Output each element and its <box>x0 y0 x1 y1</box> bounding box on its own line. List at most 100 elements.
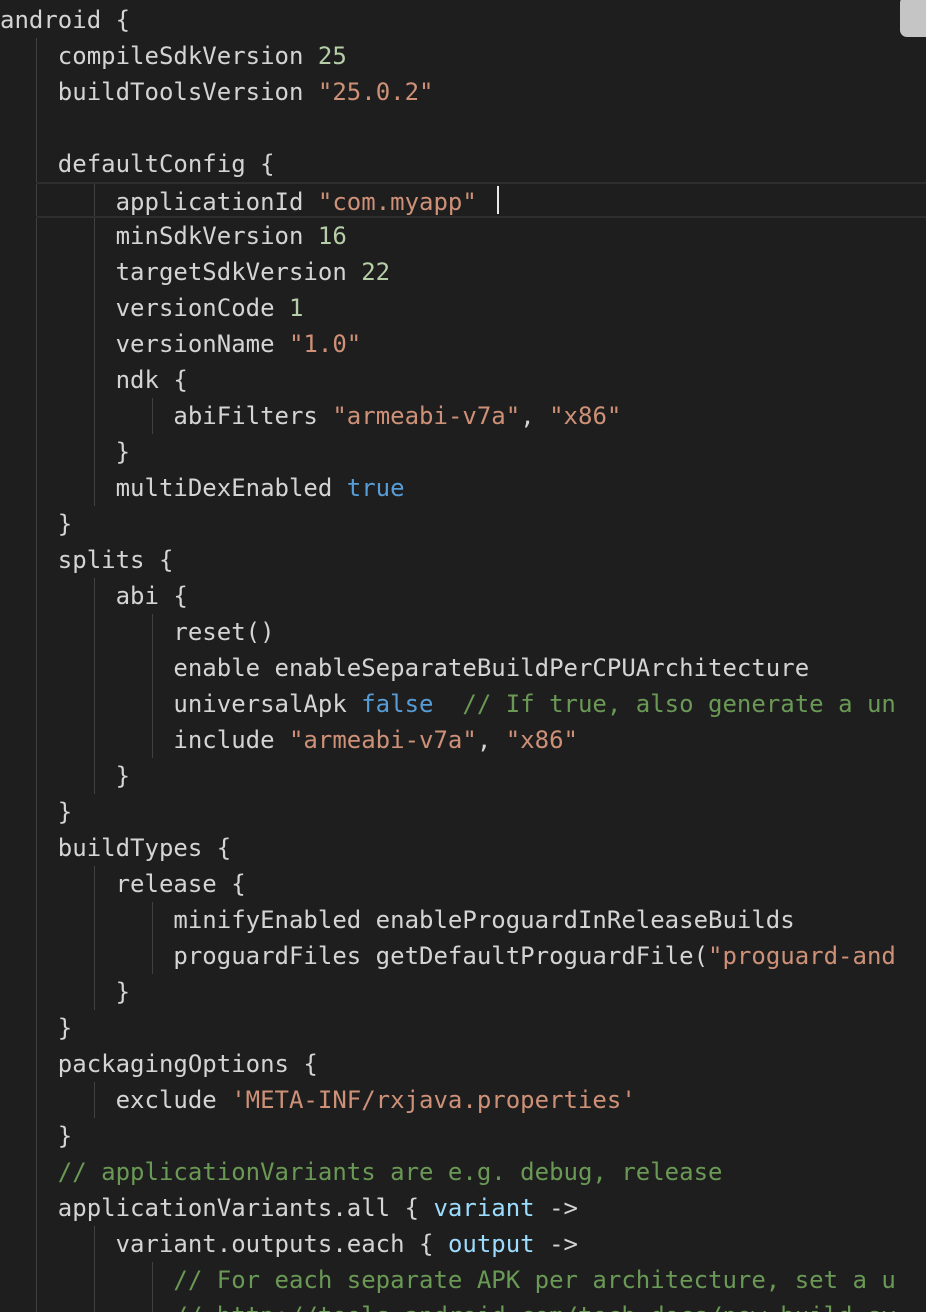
code-token: // http://tools.android.com/tech-docs/ne… <box>173 1302 895 1312</box>
code-line[interactable]: applicationVariants.all { variant -> <box>0 1190 926 1226</box>
code-line[interactable]: defaultConfig { <box>0 146 926 182</box>
code-token: "x86" <box>549 402 622 430</box>
code-token: minSdkVersion <box>0 222 318 250</box>
code-line[interactable]: variant.outputs.each { output -> <box>0 1226 926 1262</box>
code-token: "1.0" <box>288 330 362 358</box>
code-line[interactable]: } <box>0 434 926 470</box>
code-line[interactable]: // For each separate APK per architectur… <box>0 1262 926 1298</box>
code-line-text: } <box>0 762 130 790</box>
code-token: reset() <box>0 618 275 646</box>
code-line[interactable]: } <box>0 794 926 830</box>
code-line[interactable]: targetSdkVersion 22 <box>0 254 926 290</box>
code-line[interactable]: } <box>0 974 926 1010</box>
code-line-text: applicationVariants.all { variant -> <box>0 1194 578 1222</box>
code-token: splits { <box>0 546 174 574</box>
code-line[interactable]: } <box>0 1118 926 1154</box>
code-line-text: // applicationVariants are e.g. debug, r… <box>0 1158 723 1186</box>
code-line-text: } <box>0 1014 72 1042</box>
code-line-text: } <box>0 978 130 1006</box>
code-token: include <box>0 726 289 754</box>
code-line-text: // For each separate APK per architectur… <box>0 1266 896 1294</box>
code-line[interactable]: } <box>0 506 926 542</box>
code-line[interactable]: release { <box>0 866 926 902</box>
code-token: compileSdkVersion <box>0 42 318 70</box>
code-line-text: splits { <box>0 546 174 574</box>
code-token: 1 <box>288 294 304 322</box>
code-line[interactable]: compileSdkVersion 25 <box>0 38 926 74</box>
code-token: abiFilters <box>0 402 333 430</box>
code-token: buildTypes { <box>0 834 232 862</box>
code-token: universalApk <box>0 690 362 718</box>
code-token: -> <box>534 1194 578 1222</box>
code-line[interactable]: ndk { <box>0 362 926 398</box>
code-line-text: variant.outputs.each { output -> <box>0 1230 578 1258</box>
code-line[interactable]: proguardFiles getDefaultProguardFile("pr… <box>0 938 926 974</box>
code-token: } <box>0 510 73 538</box>
code-token: output <box>447 1230 535 1258</box>
code-token: "25.0.2" <box>317 78 434 106</box>
code-line-text: packagingOptions { <box>0 1050 318 1078</box>
code-token: versionCode <box>0 294 289 322</box>
code-line-text: applicationId "com.myapp" <box>36 188 477 216</box>
code-token: -> <box>534 1230 578 1258</box>
code-line[interactable]: versionName "1.0" <box>0 326 926 362</box>
code-token: , <box>520 402 550 430</box>
code-token: } <box>0 762 131 790</box>
code-token: defaultConfig { <box>0 150 275 178</box>
code-line[interactable]: multiDexEnabled true <box>0 470 926 506</box>
code-line-text: abiFilters "armeabi-v7a", "x86" <box>0 402 621 430</box>
code-line[interactable]: android { <box>0 2 926 38</box>
code-line[interactable]: abi { <box>0 578 926 614</box>
code-line[interactable]: universalApk false // If true, also gene… <box>0 686 926 722</box>
code-line[interactable]: packagingOptions { <box>0 1046 926 1082</box>
code-token: } <box>0 438 131 466</box>
code-token: } <box>0 1014 73 1042</box>
minimap-slider[interactable] <box>900 0 926 37</box>
code-line[interactable]: splits { <box>0 542 926 578</box>
code-line-text: } <box>0 510 72 538</box>
code-token: true <box>346 474 405 502</box>
code-token: // For each separate APK per architectur… <box>173 1266 896 1294</box>
code-line[interactable]: enable enableSeparateBuildPerCPUArchitec… <box>0 650 926 686</box>
code-line[interactable]: minSdkVersion 16 <box>0 218 926 254</box>
code-line-text: // http://tools.android.com/tech-docs/ne… <box>0 1302 895 1312</box>
code-line-text: enable enableSeparateBuildPerCPUArchitec… <box>0 654 809 682</box>
code-line[interactable]: // http://tools.android.com/tech-docs/ne… <box>0 1298 926 1312</box>
code-line-current[interactable]: applicationId "com.myapp" <box>36 182 926 218</box>
code-token: } <box>0 1122 73 1150</box>
code-token: packagingOptions { <box>0 1050 318 1078</box>
code-line[interactable]: abiFilters "armeabi-v7a", "x86" <box>0 398 926 434</box>
code-line[interactable]: buildToolsVersion "25.0.2" <box>0 74 926 110</box>
code-token: "armeabi-v7a" <box>332 402 521 430</box>
code-token: exclude <box>0 1086 232 1114</box>
code-line[interactable]: minifyEnabled enableProguardInReleaseBui… <box>0 902 926 938</box>
code-line[interactable]: reset() <box>0 614 926 650</box>
code-token: targetSdkVersion <box>0 258 362 286</box>
code-token: // applicationVariants are e.g. debug, r… <box>57 1158 723 1186</box>
code-line[interactable]: } <box>0 758 926 794</box>
code-line[interactable]: // applicationVariants are e.g. debug, r… <box>0 1154 926 1190</box>
code-token: , <box>476 726 506 754</box>
code-line-text: versionCode 1 <box>0 294 304 322</box>
code-line[interactable]: include "armeabi-v7a", "x86" <box>0 722 926 758</box>
code-token: android { <box>0 6 131 34</box>
code-line[interactable]: exclude 'META-INF/rxjava.properties' <box>0 1082 926 1118</box>
code-token: "armeabi-v7a" <box>288 726 477 754</box>
code-token: applicationVariants.all { <box>0 1194 434 1222</box>
code-token: "com.myapp" <box>317 188 477 216</box>
code-line[interactable]: buildTypes { <box>0 830 926 866</box>
code-line-text: reset() <box>0 618 275 646</box>
code-line[interactable] <box>0 110 926 146</box>
code-token: proguardFiles getDefaultProguardFile( <box>0 942 709 970</box>
code-line[interactable]: versionCode 1 <box>0 290 926 326</box>
code-editor[interactable]: android { compileSdkVersion 25 buildTool… <box>0 0 926 1312</box>
code-line-text: } <box>0 438 130 466</box>
code-token: "proguard-and <box>708 942 896 970</box>
code-line[interactable]: } <box>0 1010 926 1046</box>
code-line-text: compileSdkVersion 25 <box>0 42 347 70</box>
code-line-text: release { <box>0 870 246 898</box>
code-token: // If true, also generate a un <box>462 690 896 718</box>
code-area[interactable]: android { compileSdkVersion 25 buildTool… <box>0 0 926 1312</box>
